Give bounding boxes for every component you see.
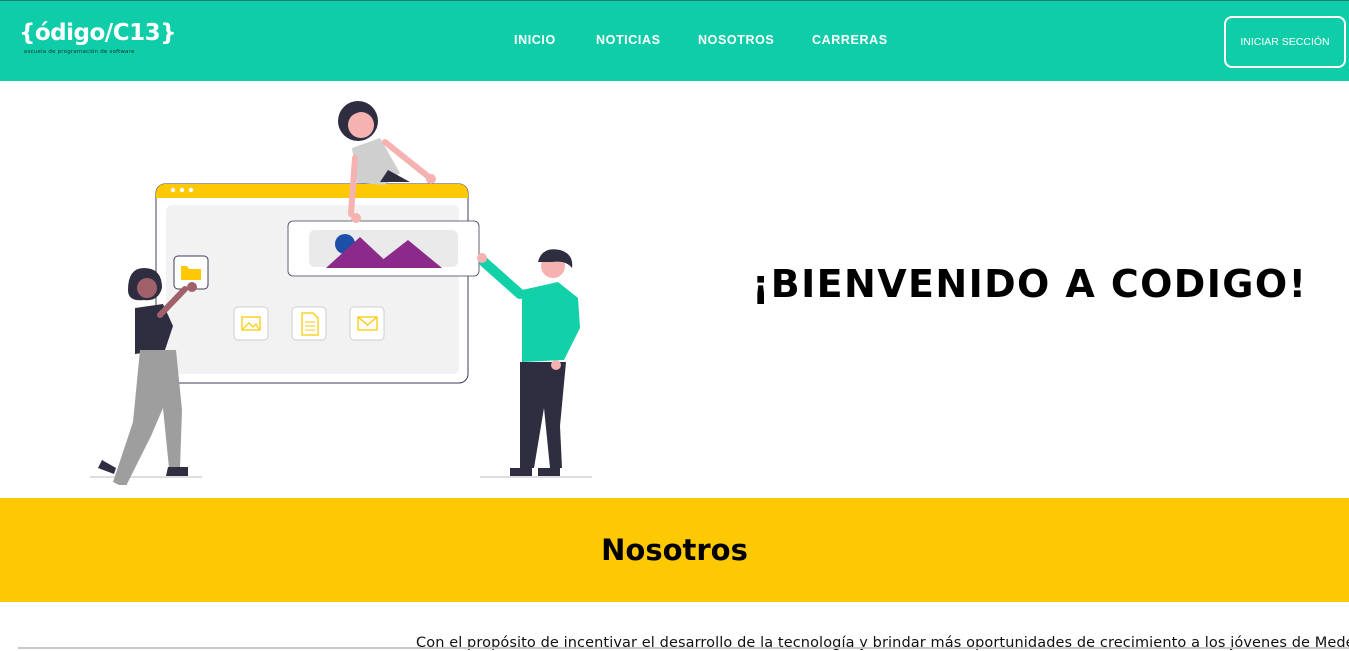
about-header-band: Nosotros	[0, 498, 1349, 602]
nav-item-inicio[interactable]: INICIO	[514, 33, 556, 47]
document-icon	[291, 306, 327, 341]
nav-item-carreras[interactable]: CARRERAS	[812, 33, 888, 47]
brand-logo[interactable]: {ódigo/C13} escuela de programación de s…	[19, 19, 176, 59]
logo-tagline: escuela de programación de software	[24, 49, 135, 55]
logo-wordmark: {ódigo/C13}	[19, 20, 176, 46]
man-right-figure	[477, 249, 580, 476]
image-icon	[233, 306, 269, 341]
nav-item-nosotros[interactable]: NOSOTROS	[698, 33, 774, 47]
top-navbar: {ódigo/C13} escuela de programación de s…	[0, 0, 1349, 81]
hero-illustration	[90, 101, 592, 485]
mail-icon	[349, 306, 385, 341]
about-heading: Nosotros	[601, 533, 748, 567]
section-divider	[18, 647, 1349, 649]
nav-item-noticias[interactable]: NOTICIAS	[596, 33, 661, 47]
login-button[interactable]: INICIAR SECCIÓN	[1224, 16, 1346, 68]
landscape-image-icon	[287, 220, 480, 277]
hero-title: ¡BIENVENIDO A CODIGO!	[752, 262, 1308, 306]
